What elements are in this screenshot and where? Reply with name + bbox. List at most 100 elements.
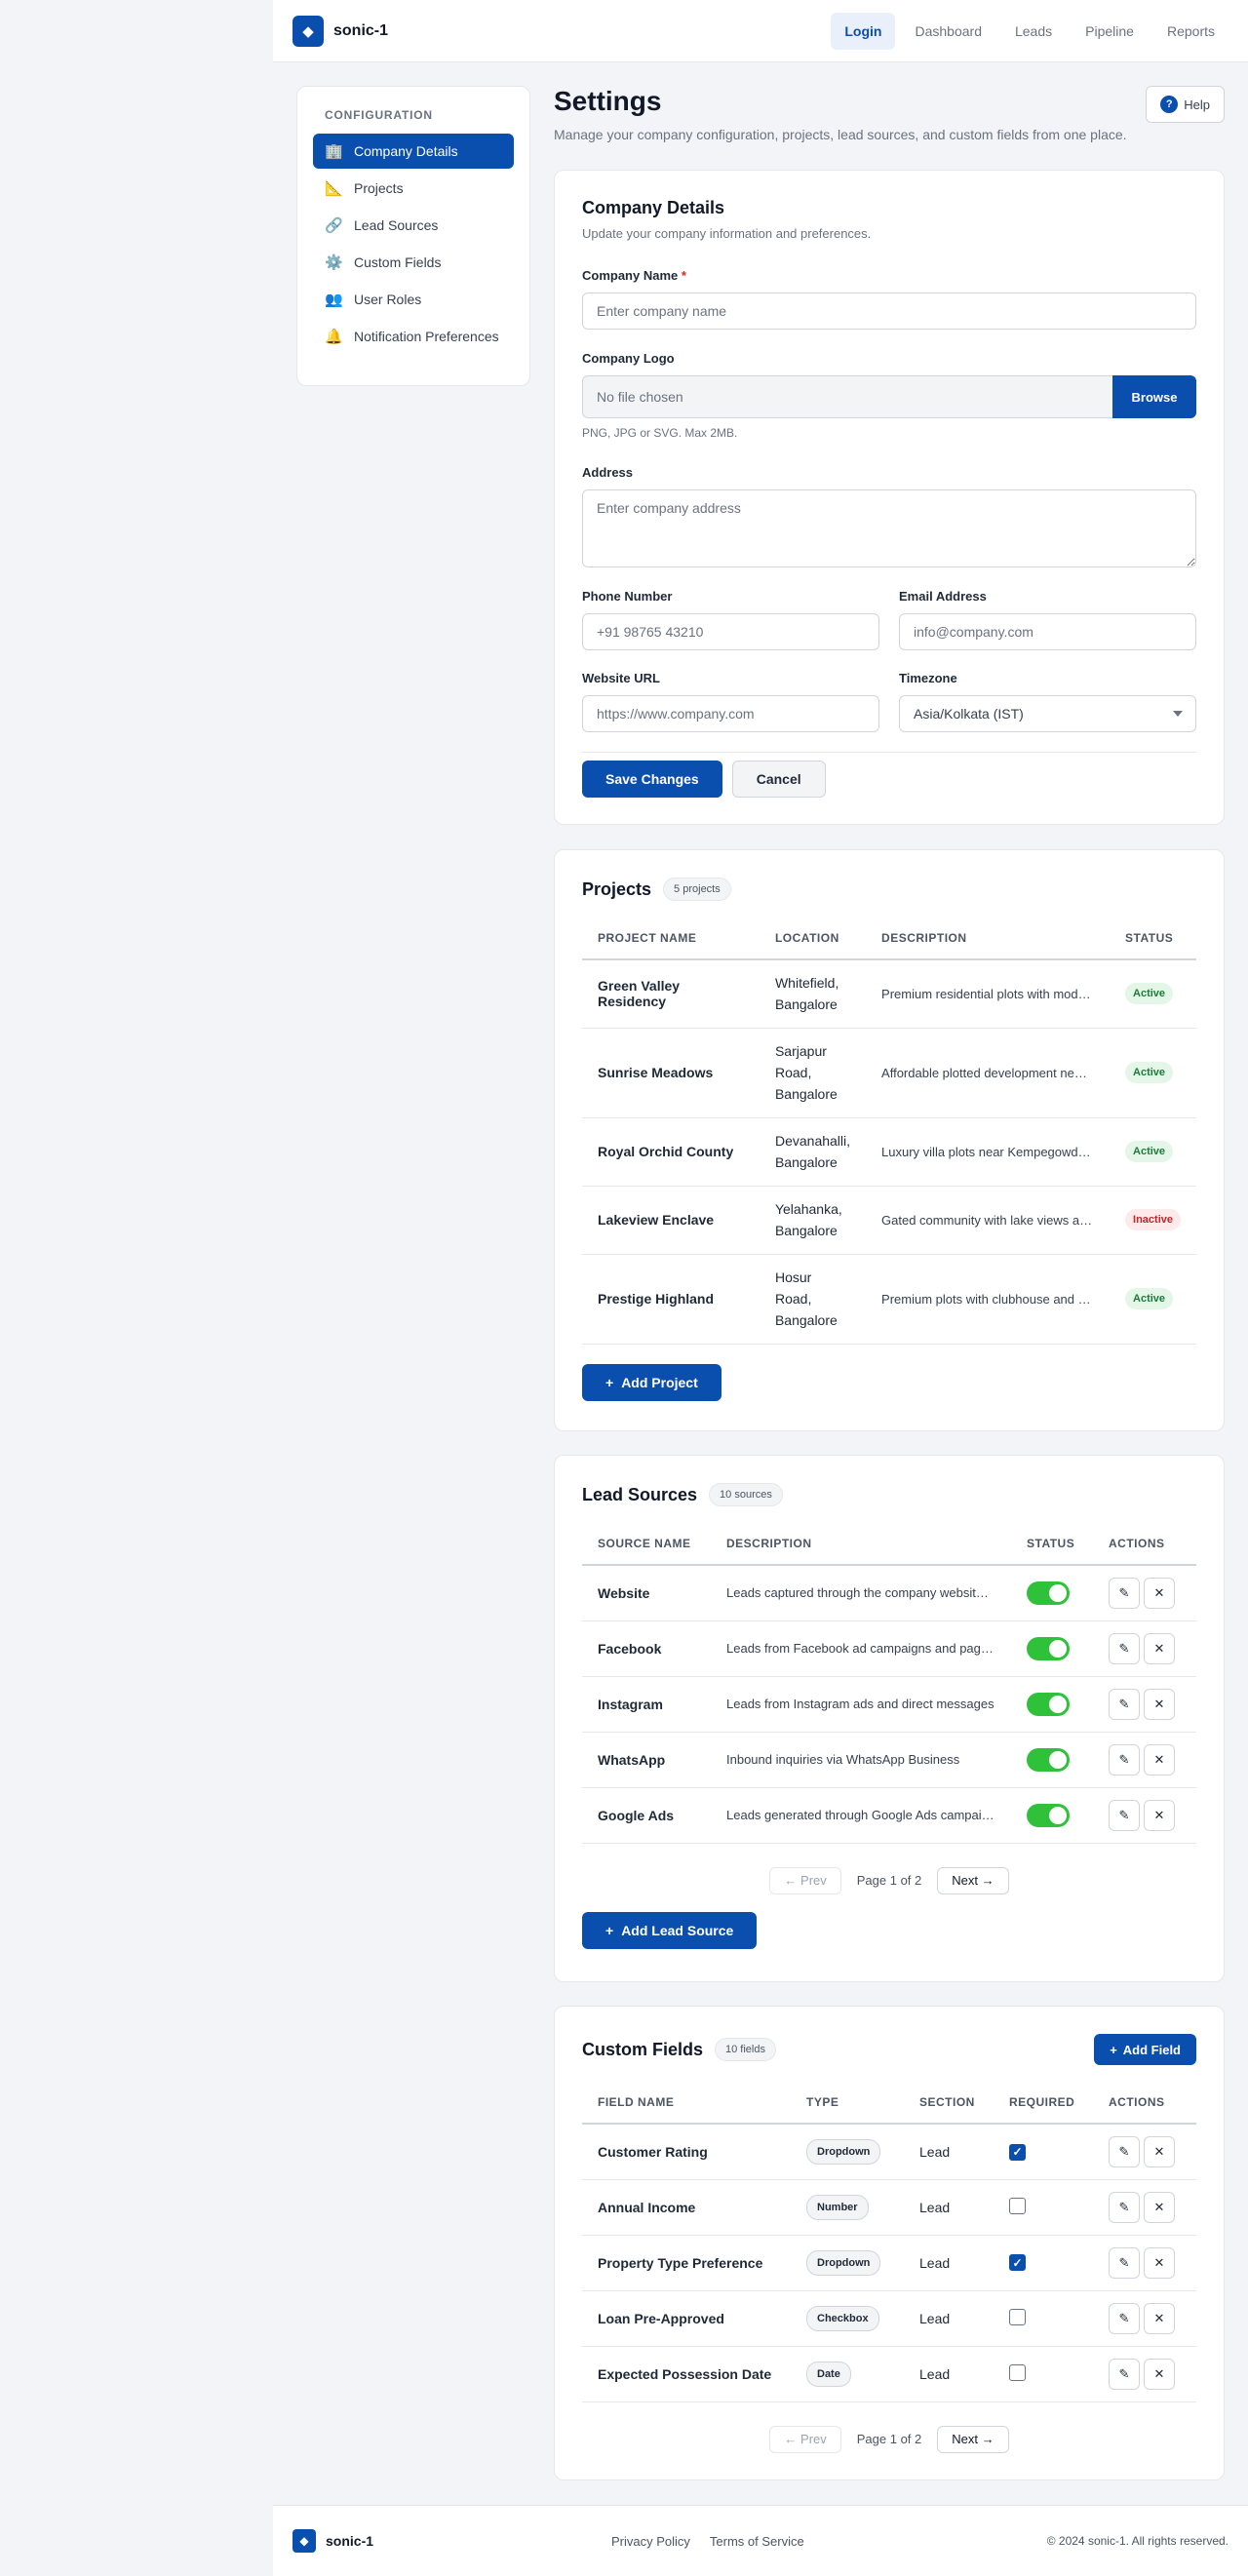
- delete-icon[interactable]: ✕: [1144, 2358, 1175, 2390]
- type-chip: Date: [806, 2361, 851, 2387]
- table-header-row: SOURCE NAME DESCRIPTION STATUS ACTIONS: [582, 1522, 1196, 1566]
- required-checkbox[interactable]: [1009, 2363, 1026, 2381]
- browse-button[interactable]: Browse: [1112, 375, 1196, 418]
- table-header-row: FIELD NAME TYPE SECTION REQUIRED ACTIONS: [582, 2081, 1196, 2125]
- edit-icon[interactable]: ✎: [1109, 2135, 1140, 2167]
- edit-icon[interactable]: ✎: [1109, 2191, 1140, 2223]
- delete-icon[interactable]: ✕: [1144, 1743, 1175, 1776]
- col-header: PROJECT NAME: [582, 917, 760, 960]
- address-label: Address: [582, 465, 634, 480]
- help-button[interactable]: ? Help: [1146, 86, 1225, 123]
- required-checkbox[interactable]: [1009, 2308, 1026, 2325]
- field-type: Date: [791, 2346, 904, 2402]
- field-name: Customer Rating: [582, 2124, 791, 2180]
- source-description: Leads captured through the company websi…: [711, 1565, 1011, 1621]
- add-lead-source-button[interactable]: + Add Lead Source: [582, 1911, 758, 1949]
- edit-icon[interactable]: ✎: [1109, 1632, 1140, 1664]
- table-row[interactable]: Lakeview Enclave Yelahanka, Bangalore Ga…: [582, 1186, 1196, 1255]
- sidebar-item-lead-sources[interactable]: 🔗 Lead Sources: [313, 208, 514, 243]
- required-checkbox[interactable]: ✓: [1009, 2143, 1026, 2161]
- edit-icon[interactable]: ✎: [1109, 1688, 1140, 1720]
- prev-page-button[interactable]: ← Prev: [769, 1866, 841, 1894]
- table-row[interactable]: Prestige Highland Hosur Road, Bangalore …: [582, 1254, 1196, 1345]
- status-toggle[interactable]: [1027, 1747, 1070, 1772]
- required-checkbox[interactable]: [1009, 2197, 1026, 2214]
- table-row[interactable]: Sunrise Meadows Sarjapur Road, Bangalore…: [582, 1028, 1196, 1118]
- email-input[interactable]: [899, 613, 1196, 650]
- delete-icon[interactable]: ✕: [1144, 2135, 1175, 2167]
- page-header: Settings Manage your company configurati…: [554, 86, 1225, 148]
- source-actions: ✎ ✕: [1093, 1620, 1196, 1677]
- type-chip: Dropdown: [806, 2249, 881, 2276]
- footer: ◆ sonic-1 Privacy Policy Terms of Servic…: [273, 2505, 1248, 2576]
- table-row: Customer Rating Dropdown Lead ✓ ✎ ✕: [582, 2124, 1196, 2180]
- prev-page-button[interactable]: ← Prev: [769, 2425, 841, 2453]
- company-details-card: Company Details Update your company info…: [554, 170, 1225, 825]
- nav-leads[interactable]: Leads: [1001, 13, 1066, 50]
- nav-dashboard[interactable]: Dashboard: [901, 13, 995, 50]
- sidebar-item-projects[interactable]: 📐 Projects: [313, 171, 514, 206]
- add-field-button[interactable]: + Add Field: [1094, 2034, 1196, 2065]
- edit-icon[interactable]: ✎: [1109, 2246, 1140, 2279]
- sidebar-item-company-details[interactable]: 🏢 Company Details: [313, 134, 514, 169]
- table-row[interactable]: Royal Orchid County Devanahalli, Bangalo…: [582, 1117, 1196, 1187]
- required-checkbox[interactable]: ✓: [1009, 2254, 1026, 2272]
- source-name: Facebook: [582, 1620, 711, 1677]
- edit-icon[interactable]: ✎: [1109, 2358, 1140, 2390]
- sidebar-item-notification-preferences[interactable]: 🔔 Notification Preferences: [313, 319, 514, 354]
- edit-icon[interactable]: ✎: [1109, 1743, 1140, 1776]
- next-page-button[interactable]: Next →: [937, 1866, 1009, 1894]
- delete-icon[interactable]: ✕: [1144, 2302, 1175, 2334]
- delete-icon[interactable]: ✕: [1144, 1632, 1175, 1664]
- field-actions: ✎ ✕: [1093, 2346, 1196, 2402]
- source-name: Google Ads: [582, 1787, 711, 1844]
- company-name-input[interactable]: [582, 293, 1196, 330]
- next-page-button[interactable]: Next →: [937, 2425, 1009, 2453]
- edit-icon[interactable]: ✎: [1109, 1799, 1140, 1831]
- project-status: Active: [1110, 1117, 1196, 1187]
- nav-pipeline[interactable]: Pipeline: [1072, 13, 1148, 50]
- status-toggle[interactable]: [1027, 1692, 1070, 1716]
- delete-icon[interactable]: ✕: [1144, 1577, 1175, 1609]
- address-textarea[interactable]: [582, 489, 1196, 567]
- status-toggle[interactable]: [1027, 1803, 1070, 1827]
- timezone-select[interactable]: Asia/Kolkata (IST): [899, 695, 1196, 732]
- delete-icon[interactable]: ✕: [1144, 2191, 1175, 2223]
- toggle-knob: [1049, 1806, 1067, 1824]
- status-toggle[interactable]: [1027, 1581, 1070, 1605]
- company-name-field: Company Name *: [582, 268, 1196, 330]
- website-input[interactable]: [582, 695, 879, 732]
- company-logo-label: Company Logo: [582, 351, 675, 366]
- link-icon: 🔗: [325, 217, 343, 234]
- delete-icon[interactable]: ✕: [1144, 1799, 1175, 1831]
- table-row: Expected Possession Date Date Lead ✎ ✕: [582, 2346, 1196, 2402]
- table-row: Property Type Preference Dropdown Lead ✓…: [582, 2235, 1196, 2291]
- table-header-row: PROJECT NAME LOCATION DESCRIPTION STATUS: [582, 917, 1196, 960]
- nav-reports[interactable]: Reports: [1153, 13, 1228, 50]
- footer-brand[interactable]: ◆ sonic-1: [292, 2529, 373, 2553]
- terms-of-service-link[interactable]: Terms of Service: [710, 2534, 804, 2549]
- toggle-knob: [1049, 1639, 1067, 1658]
- brand[interactable]: ◆ sonic-1: [292, 16, 388, 47]
- pagination: ← Prev Page 1 of 2 Next →: [582, 1866, 1196, 1894]
- cancel-button[interactable]: Cancel: [731, 761, 826, 798]
- field-name: Annual Income: [582, 2179, 791, 2236]
- page-indicator: Page 1 of 2: [856, 1873, 922, 1888]
- save-button[interactable]: Save Changes: [582, 761, 722, 798]
- sidebar-item-custom-fields[interactable]: ⚙️ Custom Fields: [313, 245, 514, 280]
- status-toggle[interactable]: [1027, 1636, 1070, 1660]
- status-badge: Active: [1125, 1062, 1174, 1083]
- status-badge: Inactive: [1125, 1209, 1181, 1230]
- delete-icon[interactable]: ✕: [1144, 2246, 1175, 2279]
- phone-input[interactable]: [582, 613, 879, 650]
- add-lead-source-label: Add Lead Source: [621, 1922, 734, 1938]
- edit-icon[interactable]: ✎: [1109, 1577, 1140, 1609]
- page-title: Settings: [554, 86, 662, 116]
- privacy-policy-link[interactable]: Privacy Policy: [611, 2534, 690, 2549]
- delete-icon[interactable]: ✕: [1144, 1688, 1175, 1720]
- nav-login[interactable]: Login: [831, 13, 896, 50]
- edit-icon[interactable]: ✎: [1109, 2302, 1140, 2334]
- add-project-button[interactable]: + Add Project: [582, 1363, 722, 1401]
- table-row[interactable]: Green Valley Residency Whitefield, Banga…: [582, 959, 1196, 1029]
- sidebar-item-user-roles[interactable]: 👥 User Roles: [313, 282, 514, 317]
